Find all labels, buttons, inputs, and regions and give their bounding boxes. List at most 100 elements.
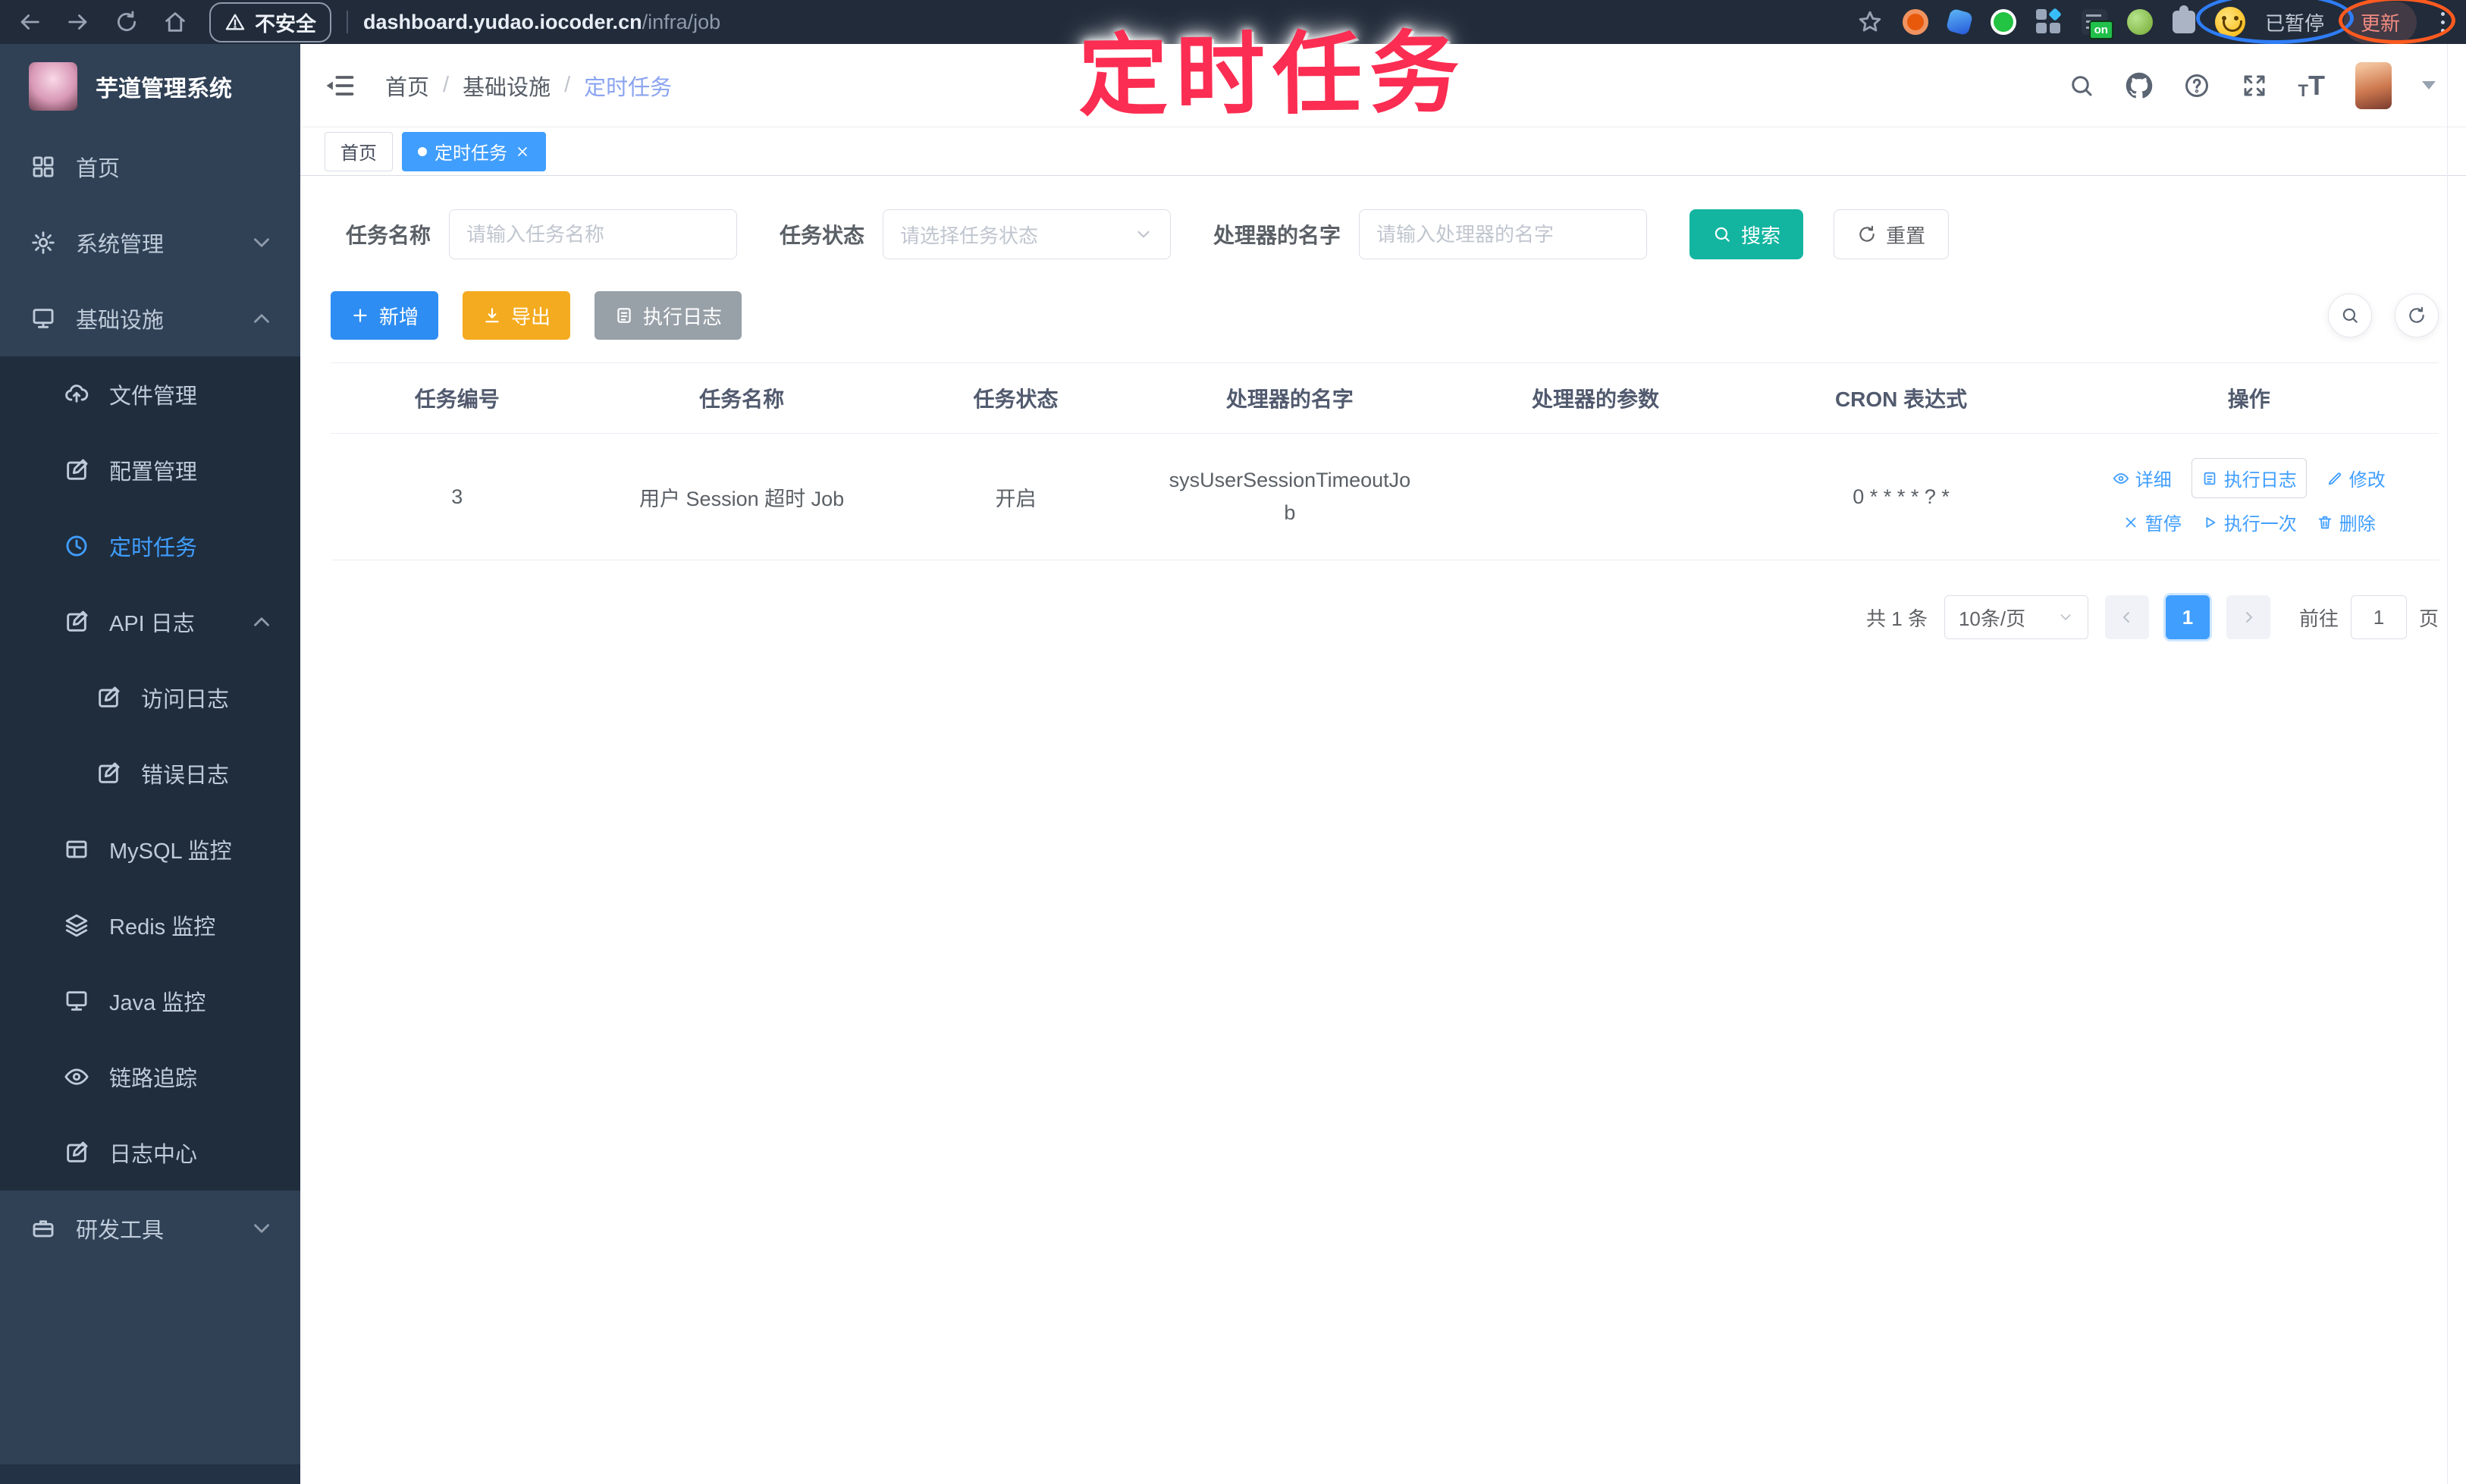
action-edit-link[interactable]: 修改	[2326, 465, 2386, 491]
action-run-once-link[interactable]: 执行一次	[2201, 509, 2297, 535]
table-icon	[64, 836, 89, 862]
avatar-caret-icon[interactable]	[2422, 81, 2436, 89]
tag-scheduled-tasks[interactable]: 定时任务	[402, 131, 546, 171]
user-avatar[interactable]	[2355, 61, 2392, 109]
sidebar-item-redis-monitor[interactable]: Redis 监控	[0, 887, 300, 963]
help-icon[interactable]	[2183, 72, 2210, 99]
sidebar-item-dev-tools[interactable]: 研发工具	[0, 1191, 300, 1266]
security-chip[interactable]: 不安全	[209, 2, 331, 42]
extension-leaf-icon[interactable]	[2126, 9, 2153, 35]
task-status-select[interactable]: 请选择任务状态	[883, 209, 1172, 259]
close-icon[interactable]	[515, 144, 530, 159]
github-icon[interactable]	[2126, 72, 2153, 99]
handler-name-input[interactable]	[1359, 209, 1648, 259]
fullscreen-icon[interactable]	[2241, 72, 2268, 99]
browser-update-button[interactable]: 更新	[2343, 1, 2417, 43]
action-delete-link[interactable]: 删除	[2317, 509, 2376, 535]
extension-switch-icon[interactable]: on	[2081, 9, 2113, 39]
sidebar-item-mysql-monitor[interactable]: MySQL 监控	[0, 811, 300, 887]
page-number-button[interactable]: 1	[2165, 595, 2210, 639]
browser-forward-icon[interactable]	[65, 9, 91, 35]
pagination-total: 共 1 条	[1866, 607, 1928, 630]
layers-icon	[64, 912, 89, 938]
cell-handler-name: sysUserSessionTimeoutJob	[1131, 433, 1448, 560]
table-row: 3 用户 Session 超时 Job 开启 sysUserSessionTim…	[331, 433, 2439, 560]
sidebar-bottom-strip	[0, 1464, 300, 1484]
app-title: 芋道管理系统	[96, 77, 232, 102]
header-handler-name: 处理器的名字	[1131, 362, 1448, 434]
download-icon	[482, 306, 502, 325]
goto-page-input[interactable]	[2350, 595, 2407, 639]
search-icon[interactable]	[2068, 72, 2095, 99]
cell-actions: 详细 执行日志 修改 暂停 执行一次 删除	[2059, 433, 2439, 560]
url-path: /infra/job	[642, 10, 721, 33]
bookmark-star-icon[interactable]	[1857, 9, 1883, 35]
extension-grid-icon[interactable]	[2035, 8, 2062, 35]
task-status-label: 任务状态	[780, 224, 865, 247]
sidebar-item-home[interactable]: 首页	[0, 129, 300, 205]
pencil-icon	[2326, 470, 2343, 487]
action-pause-link[interactable]: 暂停	[2122, 509, 2182, 535]
chevron-down-icon	[249, 230, 275, 256]
exec-log-button[interactable]: 执行日志	[595, 291, 742, 340]
sidebar-item-access-logs[interactable]: 访问日志	[0, 660, 300, 736]
header-job-id: 任务编号	[331, 362, 584, 434]
sidebar-item-infrastructure[interactable]: 基础设施	[0, 281, 300, 356]
refresh-icon	[1857, 224, 1877, 244]
extension-green-icon[interactable]	[1990, 9, 2016, 35]
browser-menu-icon[interactable]	[2436, 11, 2449, 33]
sidebar-item-system-management[interactable]: 系统管理	[0, 205, 300, 281]
header-cron: CRON 表达式	[1743, 362, 2060, 434]
cell-cron: 0 * * * * ? *	[1743, 433, 2060, 560]
browser-home-icon[interactable]	[162, 9, 188, 35]
breadcrumb-current: 定时任务	[584, 75, 673, 100]
prev-page-button[interactable]	[2104, 595, 2149, 639]
sidebar-item-java-monitor[interactable]: Java 监控	[0, 963, 300, 1039]
header-job-status: 任务状态	[899, 362, 1132, 434]
address-bar[interactable]: dashboard.yudao.iocoder.cn/infra/job	[363, 11, 720, 34]
sidebar-item-error-logs[interactable]: 错误日志	[0, 736, 300, 811]
browser-reload-icon[interactable]	[114, 9, 140, 35]
extension-blue-icon[interactable]	[1945, 8, 1974, 36]
task-name-input[interactable]	[449, 209, 738, 259]
breadcrumb-home[interactable]: 首页	[385, 70, 429, 102]
action-exec-log-link[interactable]: 执行日志	[2191, 458, 2307, 498]
extension-orange-icon[interactable]	[1902, 9, 1928, 35]
export-button[interactable]: 导出	[463, 291, 571, 340]
sidebar-fold-icon[interactable]	[323, 69, 356, 102]
sidebar-item-api-logs[interactable]: API 日志	[0, 584, 300, 660]
action-detail-link[interactable]: 详细	[2113, 465, 2172, 491]
sidebar-item-scheduled-tasks[interactable]: 定时任务	[0, 508, 300, 584]
log-list-icon	[614, 306, 634, 325]
breadcrumb-infrastructure[interactable]: 基础设施	[463, 70, 551, 102]
sidebar-item-config-management[interactable]: 配置管理	[0, 432, 300, 508]
cell-job-status: 开启	[899, 433, 1132, 560]
table-header-row: 任务编号 任务名称 任务状态 处理器的名字 处理器的参数 CRON 表达式 操作	[331, 362, 2439, 434]
refresh-icon	[2407, 306, 2427, 325]
page-size-select[interactable]: 10条/页	[1944, 595, 2088, 639]
font-size-icon[interactable]: TT	[2298, 71, 2325, 99]
tag-home[interactable]: 首页	[325, 131, 393, 171]
app-logo[interactable]: 芋道管理系统	[0, 44, 300, 129]
reset-button[interactable]: 重置	[1834, 209, 1950, 259]
header-handler-param: 处理器的参数	[1448, 362, 1743, 434]
add-button[interactable]: 新增	[331, 291, 439, 340]
emoji-extension-icon[interactable]	[2214, 7, 2245, 37]
goto-unit: 页	[2418, 607, 2439, 630]
refresh-table-button[interactable]	[2395, 293, 2439, 337]
sidebar-item-trace[interactable]: 链路追踪	[0, 1039, 300, 1115]
browser-back-icon[interactable]	[17, 9, 42, 35]
next-page-button[interactable]	[2226, 595, 2270, 639]
toggle-search-button[interactable]	[2328, 293, 2372, 337]
breadcrumb: 首页 / 基础设施 / 定时任务	[385, 70, 672, 102]
monitor-icon	[30, 306, 56, 331]
search-button[interactable]: 搜索	[1689, 209, 1804, 259]
edit-square-icon	[64, 609, 89, 635]
sidebar-item-log-center[interactable]: 日志中心	[0, 1115, 300, 1191]
sidebar-item-file-management[interactable]: 文件管理	[0, 356, 300, 432]
chevron-down-icon	[1134, 224, 1153, 244]
sidebar: 芋道管理系统 首页 系统管理 基础设施 文件管理 配置管理 定时任务 API 日…	[0, 44, 300, 1484]
active-tag-dot	[418, 146, 427, 156]
warning-icon	[224, 11, 246, 33]
extensions-puzzle-icon[interactable]	[2172, 5, 2195, 33]
